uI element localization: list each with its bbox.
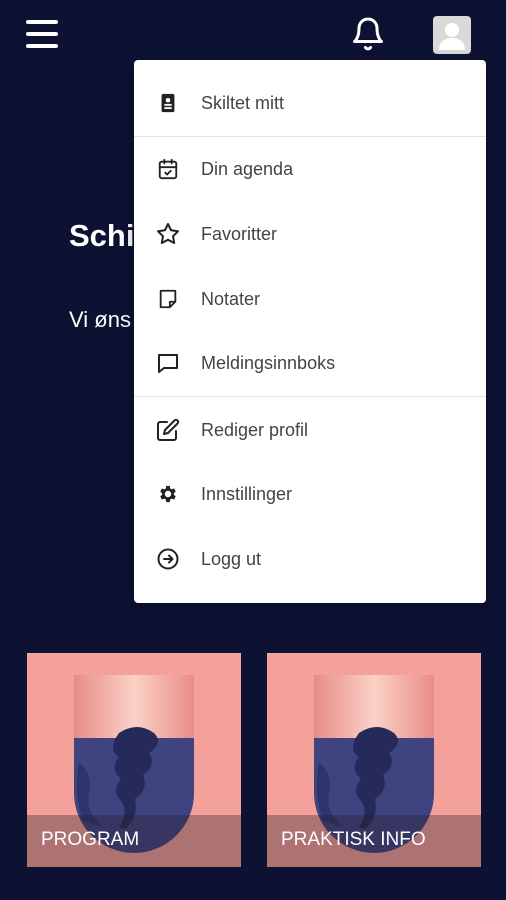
- menu-item-notater[interactable]: Notater: [134, 270, 486, 328]
- menu-item-rediger-profil[interactable]: Rediger profil: [134, 401, 486, 459]
- menu-item-label: Din agenda: [201, 158, 294, 179]
- message-icon: [154, 349, 182, 377]
- menu-divider: [134, 136, 486, 137]
- menu-item-innstillinger[interactable]: Innstillinger: [134, 465, 486, 523]
- menu-item-label: Rediger profil: [201, 419, 309, 440]
- menu-item-din-agenda[interactable]: Din agenda: [134, 140, 486, 198]
- menu-item-skiltet-mitt[interactable]: Skiltet mitt: [134, 74, 486, 132]
- menu-item-label: Meldingsinnboks: [201, 352, 336, 373]
- gear-icon: [154, 480, 182, 508]
- page-title: Schi: [69, 218, 135, 253]
- menu-item-logg-ut[interactable]: Logg ut: [134, 530, 486, 588]
- menu-item-label: Innstillinger: [201, 483, 293, 504]
- top-app-bar: [0, 0, 506, 68]
- bell-icon[interactable]: [350, 16, 386, 52]
- badge-icon: [154, 89, 182, 117]
- menu-divider: [134, 396, 486, 397]
- edit-icon: [154, 416, 182, 444]
- menu-item-label: Favoritter: [201, 223, 278, 244]
- card-program[interactable]: PROGRAM: [27, 653, 241, 867]
- card-label: PROGRAM: [41, 829, 140, 850]
- hamburger-line: [26, 20, 58, 24]
- menu-item-favoritter[interactable]: Favoritter: [134, 205, 486, 263]
- note-icon: [154, 285, 182, 313]
- hamburger-menu-icon[interactable]: [26, 20, 58, 48]
- card-praktisk-info[interactable]: PRAKTISK INFO: [267, 653, 481, 867]
- menu-item-meldingsinnboks[interactable]: Meldingsinnboks: [134, 334, 486, 392]
- star-icon: [154, 220, 182, 248]
- hamburger-line: [26, 32, 58, 36]
- card-label: PRAKTISK INFO: [281, 829, 426, 850]
- menu-item-label: Notater: [201, 288, 261, 309]
- calendar-check-icon: [154, 155, 182, 183]
- menu-item-label: Skiltet mitt: [201, 92, 285, 113]
- user-avatar-icon[interactable]: [433, 16, 471, 54]
- welcome-text: Vi øns: [69, 307, 131, 332]
- menu-item-label: Logg ut: [201, 548, 262, 569]
- logout-icon: [154, 545, 182, 573]
- profile-dropdown-menu: Skiltet mitt Din agenda Favoritter Notat…: [134, 60, 486, 603]
- hamburger-line: [26, 44, 58, 48]
